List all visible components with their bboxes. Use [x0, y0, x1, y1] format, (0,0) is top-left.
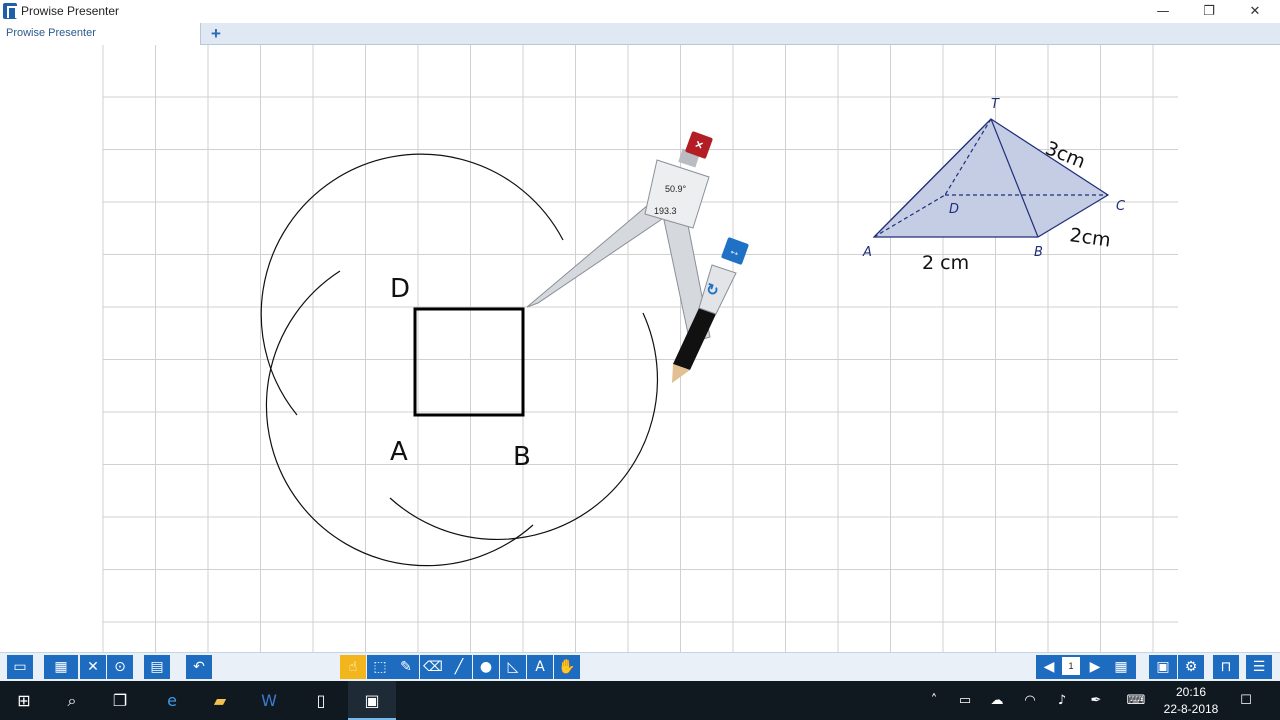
- compass-leg-needle[interactable]: [526, 204, 669, 308]
- prowise-icon[interactable]: ▣: [348, 681, 396, 720]
- eraser-icon[interactable]: ⌫: [420, 655, 446, 679]
- page-number: 1: [1061, 656, 1081, 676]
- notifications-icon[interactable]: ☐: [1232, 681, 1260, 720]
- window-title: Prowise Presenter: [21, 4, 120, 18]
- line-icon[interactable]: ╱: [446, 655, 472, 679]
- label-a: A: [390, 437, 408, 467]
- title-bar: Prowise Presenter — ❐ ✕: [0, 0, 1280, 23]
- wifi-icon[interactable]: ◠: [1018, 681, 1042, 720]
- show-hidden-icons[interactable]: ˄: [924, 681, 944, 720]
- windows-start-icon[interactable]: ⊞: [0, 681, 48, 720]
- pyramid-label-d: D: [949, 202, 959, 217]
- label-b: B: [513, 442, 531, 472]
- file-explorer-icon[interactable]: ▰: [196, 681, 244, 720]
- clock[interactable]: 20:16 22-8-2018: [1156, 684, 1226, 718]
- close-button[interactable]: ✕: [1232, 0, 1278, 23]
- prowise-logo-icon: [3, 3, 17, 19]
- keyboard-icon[interactable]: ⌨: [1122, 681, 1150, 720]
- pyramid-label-t: T: [991, 97, 1000, 112]
- undo-icon[interactable]: ↶: [186, 655, 212, 679]
- tab-strip: Prowise Presenter +: [0, 23, 1280, 45]
- task-view-icon[interactable]: ❐: [96, 681, 144, 720]
- folder-icon[interactable]: ▭: [7, 655, 33, 679]
- cloud-icon[interactable]: ☁: [985, 681, 1009, 720]
- square-abcd: [413, 307, 525, 417]
- pictures-icon[interactable]: ▦: [44, 655, 78, 679]
- drawing-surface[interactable]: D A B T D C A B 3cm 2 cm 2cm: [0, 45, 1280, 652]
- pyramid-figure: T D C A B 3cm 2 cm 2cm: [862, 97, 1126, 274]
- arc-circle-b-left: [265, 270, 534, 567]
- label-d: D: [390, 274, 410, 304]
- add-tab-button[interactable]: +: [206, 23, 226, 45]
- search-icon[interactable]: ⌕: [48, 681, 96, 720]
- pyramid-label-b: B: [1034, 245, 1043, 260]
- presenter-icon[interactable]: ⊓: [1213, 655, 1239, 679]
- notepad-icon[interactable]: ▯: [297, 681, 345, 720]
- dimension-bc: 2cm: [1068, 224, 1112, 251]
- ruler-icon[interactable]: ◺: [500, 655, 526, 679]
- tab-prowise-presenter[interactable]: Prowise Presenter: [0, 23, 201, 45]
- next-page-icon[interactable]: ▶: [1085, 655, 1105, 679]
- pyramid-face: [872, 118, 1110, 238]
- pages-icon[interactable]: ▤: [144, 655, 170, 679]
- volume-icon[interactable]: ♪: [1050, 681, 1074, 720]
- bottom-toolbar: ▭ ▦ ✕ ⊙ ▤ ↶ ☝ ⬚ ✎ ⌫ ╱ ● ◺ A ✋ ◀ ▶ ▦ ▣ ⚙ …: [0, 652, 1280, 681]
- hand-icon[interactable]: ✋: [554, 655, 580, 679]
- arc-circle-a: [260, 153, 564, 416]
- dimension-ab: 2 cm: [922, 252, 969, 274]
- shape-icon[interactable]: ●: [473, 655, 499, 679]
- pyramid-label-a: A: [862, 245, 872, 260]
- pointer-icon[interactable]: ☝: [340, 655, 366, 679]
- screen-icon[interactable]: ▣: [1149, 655, 1177, 679]
- grid-view-icon[interactable]: ▦: [1107, 655, 1135, 679]
- maximize-button[interactable]: ❐: [1186, 0, 1232, 23]
- menu-icon[interactable]: ☰: [1246, 655, 1272, 679]
- clock-time: 20:16: [1175, 685, 1207, 699]
- prev-page-icon[interactable]: ◀: [1039, 655, 1059, 679]
- text-icon[interactable]: A: [527, 655, 553, 679]
- select-icon[interactable]: ⬚: [367, 655, 393, 679]
- zoom-icon[interactable]: ⊙: [107, 655, 133, 679]
- tab-label: Prowise Presenter: [6, 27, 96, 39]
- word-icon[interactable]: W: [245, 681, 293, 720]
- settings-icon[interactable]: ⚙: [1178, 655, 1204, 679]
- whiteboard-canvas[interactable]: D A B T D C A B 3cm 2 cm 2cm 50.9° 193.3…: [0, 45, 1280, 652]
- pen-icon[interactable]: ✎: [393, 655, 419, 679]
- tools-icon[interactable]: ✕: [80, 655, 106, 679]
- edge-icon[interactable]: e: [148, 681, 196, 720]
- windows-taskbar: ⊞ ⌕ ❐ e ▰ W ▯ ▣ ˄ ▭ ☁ ◠ ♪ ✒ ⌨ 20:16 22-8…: [0, 681, 1280, 720]
- battery-icon[interactable]: ▭: [953, 681, 977, 720]
- minimize-button[interactable]: —: [1140, 0, 1186, 23]
- compass-tool[interactable]: [526, 148, 737, 383]
- pyramid-label-c: C: [1116, 199, 1126, 214]
- pen-workspace-icon[interactable]: ✒: [1084, 681, 1108, 720]
- clock-date: 22-8-2018: [1163, 702, 1219, 716]
